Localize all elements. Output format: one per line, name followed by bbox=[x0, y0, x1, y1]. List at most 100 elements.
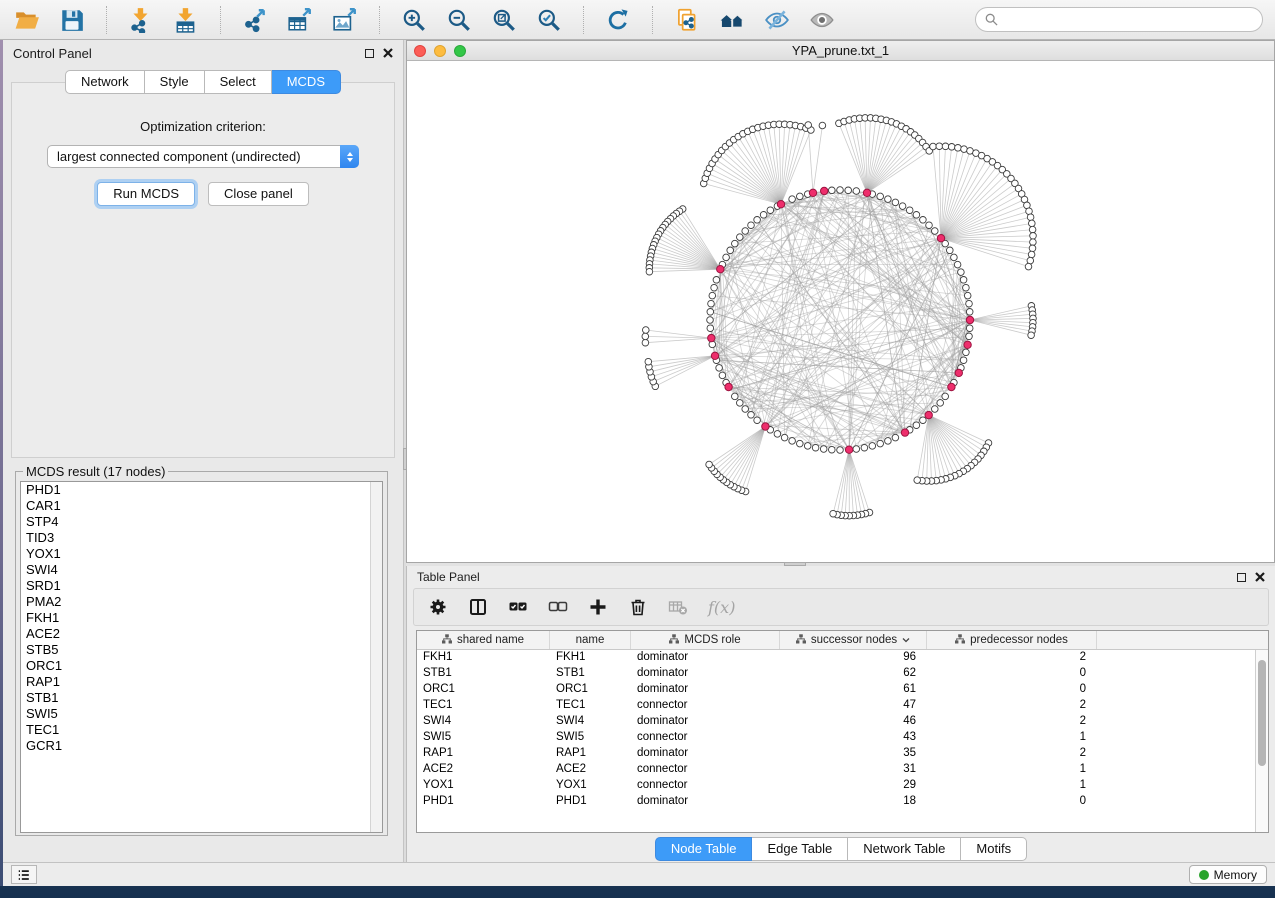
mcds-result-item[interactable]: PHD1 bbox=[21, 482, 382, 498]
graph-node-selected[interactable] bbox=[964, 341, 971, 348]
table-cell[interactable]: STB1 bbox=[550, 666, 631, 682]
mcds-result-item[interactable]: RAP1 bbox=[21, 674, 382, 690]
graph-node[interactable] bbox=[754, 417, 761, 424]
zoom-out-icon[interactable] bbox=[444, 5, 474, 35]
table-cell[interactable]: SWI5 bbox=[550, 730, 631, 746]
table-cell[interactable]: 43 bbox=[780, 730, 927, 746]
search-input[interactable] bbox=[1004, 13, 1253, 27]
open-file-icon[interactable] bbox=[12, 5, 42, 35]
graph-node[interactable] bbox=[1030, 233, 1037, 240]
graph-node-selected[interactable] bbox=[937, 235, 944, 242]
graph-node-selected[interactable] bbox=[708, 334, 715, 341]
graph-node[interactable] bbox=[723, 254, 730, 261]
table-cell[interactable]: PHD1 bbox=[417, 794, 550, 810]
table-cell[interactable]: FKH1 bbox=[417, 650, 550, 666]
tab-network-table[interactable]: Network Table bbox=[848, 837, 961, 861]
mcds-result-item[interactable]: YOX1 bbox=[21, 546, 382, 562]
mcds-result-item[interactable]: SWI5 bbox=[21, 706, 382, 722]
table-cell[interactable]: connector bbox=[631, 698, 780, 714]
graph-node[interactable] bbox=[742, 406, 749, 413]
graph-node[interactable] bbox=[742, 228, 749, 235]
tab-network[interactable]: Network bbox=[65, 70, 145, 94]
table-cell[interactable]: dominator bbox=[631, 746, 780, 762]
graph-node[interactable] bbox=[737, 400, 744, 407]
hide-selected-icon[interactable] bbox=[762, 5, 792, 35]
table-cell[interactable]: 61 bbox=[780, 682, 927, 698]
export-network-icon[interactable] bbox=[240, 5, 270, 35]
graph-node[interactable] bbox=[942, 143, 949, 150]
graph-node[interactable] bbox=[947, 247, 954, 254]
table-row[interactable]: STB1STB1dominator620 bbox=[417, 666, 1255, 682]
table-cell[interactable]: connector bbox=[631, 762, 780, 778]
graph-node[interactable] bbox=[914, 477, 921, 484]
table-cell[interactable]: connector bbox=[631, 778, 780, 794]
import-table-icon[interactable] bbox=[171, 5, 201, 35]
memory-button[interactable]: Memory bbox=[1189, 865, 1267, 884]
graph-node[interactable] bbox=[837, 187, 844, 194]
table-cell[interactable]: 46 bbox=[780, 714, 927, 730]
graph-node[interactable] bbox=[707, 317, 714, 324]
table-cell[interactable]: dominator bbox=[631, 682, 780, 698]
table-cell[interactable]: 29 bbox=[780, 778, 927, 794]
float-window-icon[interactable] bbox=[365, 49, 374, 58]
graph-node[interactable] bbox=[948, 144, 955, 151]
table-cell[interactable]: 2 bbox=[927, 698, 1097, 714]
graph-node-selected[interactable] bbox=[777, 201, 784, 208]
graph-node[interactable] bbox=[955, 145, 962, 152]
graph-node[interactable] bbox=[913, 212, 920, 219]
graph-node[interactable] bbox=[913, 422, 920, 429]
graph-node[interactable] bbox=[861, 444, 868, 451]
graph-node[interactable] bbox=[963, 349, 970, 356]
graph-node[interactable] bbox=[737, 234, 744, 241]
graph-node-selected[interactable] bbox=[711, 352, 718, 359]
graph-node-selected[interactable] bbox=[762, 423, 769, 430]
table-cell[interactable]: YOX1 bbox=[550, 778, 631, 794]
table-cell[interactable]: RAP1 bbox=[550, 746, 631, 762]
graph-node[interactable] bbox=[732, 393, 739, 400]
graph-node[interactable] bbox=[920, 217, 927, 224]
mcds-result-item[interactable]: GCR1 bbox=[21, 738, 382, 754]
mcds-list-scrollbar[interactable] bbox=[370, 482, 382, 832]
graph-node[interactable] bbox=[954, 261, 961, 268]
graph-node[interactable] bbox=[797, 193, 804, 200]
graph-node-selected[interactable] bbox=[901, 429, 908, 436]
graph-node[interactable] bbox=[748, 222, 755, 229]
graph-node[interactable] bbox=[932, 228, 939, 235]
table-cell[interactable]: YOX1 bbox=[417, 778, 550, 794]
mcds-result-item[interactable]: STB5 bbox=[21, 642, 382, 658]
mcds-result-item[interactable]: PMA2 bbox=[21, 594, 382, 610]
table-cell[interactable]: 2 bbox=[927, 714, 1097, 730]
export-image-icon[interactable] bbox=[330, 5, 360, 35]
table-cell[interactable]: dominator bbox=[631, 666, 780, 682]
graph-node[interactable] bbox=[958, 269, 965, 276]
graph-node[interactable] bbox=[711, 284, 718, 291]
network-window-titlebar[interactable]: YPA_prune.txt_1 bbox=[407, 41, 1274, 61]
table-cell[interactable]: STB1 bbox=[417, 666, 550, 682]
graph-node[interactable] bbox=[774, 431, 781, 438]
graph-node[interactable] bbox=[719, 372, 726, 379]
tab-select[interactable]: Select bbox=[205, 70, 272, 94]
table-cell[interactable]: PHD1 bbox=[550, 794, 631, 810]
graph-node[interactable] bbox=[804, 443, 811, 450]
table-cell[interactable]: ACE2 bbox=[417, 762, 550, 778]
table-cell[interactable]: ACE2 bbox=[550, 762, 631, 778]
graph-node[interactable] bbox=[932, 406, 939, 413]
graph-node[interactable] bbox=[1029, 245, 1036, 252]
column-header-MCDS-role[interactable]: MCDS role bbox=[631, 631, 780, 649]
mcds-result-item[interactable]: ACE2 bbox=[21, 626, 382, 642]
table-row[interactable]: FKH1FKH1dominator962 bbox=[417, 650, 1255, 666]
search-bar[interactable] bbox=[975, 7, 1263, 32]
table-cell[interactable]: 35 bbox=[780, 746, 927, 762]
graph-node[interactable] bbox=[642, 339, 649, 346]
table-cell[interactable]: 2 bbox=[927, 746, 1097, 762]
table-cell[interactable]: connector bbox=[631, 730, 780, 746]
graph-node[interactable] bbox=[966, 309, 973, 316]
graph-node[interactable] bbox=[936, 143, 943, 150]
table-cell[interactable]: TEC1 bbox=[550, 698, 631, 714]
table-cell[interactable]: 1 bbox=[927, 730, 1097, 746]
table-row[interactable]: RAP1RAP1dominator352 bbox=[417, 746, 1255, 762]
graph-node[interactable] bbox=[708, 300, 715, 307]
export-table-icon[interactable] bbox=[285, 5, 315, 35]
delete-table-icon[interactable] bbox=[668, 597, 688, 617]
graph-node[interactable] bbox=[727, 247, 734, 254]
